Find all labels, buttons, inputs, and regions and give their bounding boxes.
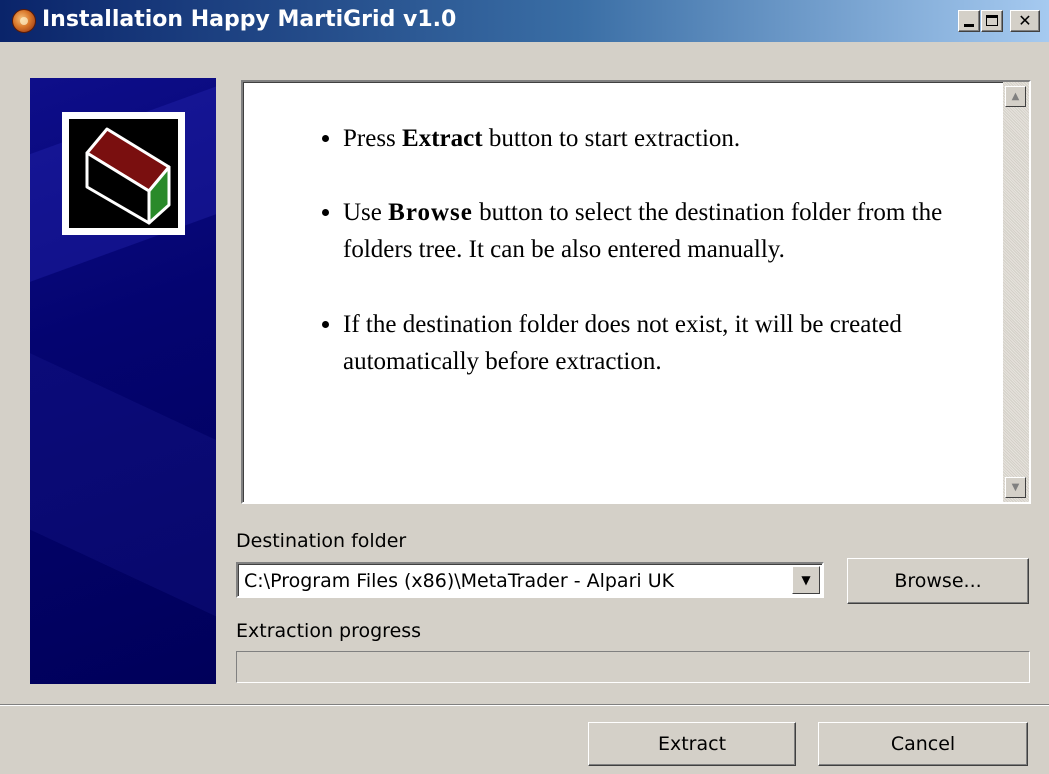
close-button[interactable]: ✕ (1010, 10, 1040, 32)
scroll-down-button[interactable]: ▼ (1005, 477, 1026, 498)
destination-folder-combobox[interactable]: C:\Program Files (x86)\MetaTrader - Alpa… (236, 562, 824, 598)
banner-decoration (30, 347, 216, 629)
minimize-button[interactable] (958, 10, 980, 32)
destination-folder-label: Destination folder (236, 530, 407, 552)
instruction-item: Press Extract button to start extraction… (343, 120, 993, 157)
browse-button[interactable]: Browse... (847, 558, 1029, 604)
instruction-item: Use Browse button to select the destinat… (343, 194, 993, 268)
scroll-up-button[interactable]: ▲ (1005, 86, 1026, 107)
dropdown-button[interactable]: ▼ (792, 566, 820, 594)
app-icon[interactable] (12, 9, 36, 33)
maximize-button[interactable] (981, 10, 1003, 32)
extraction-progress-bar (236, 651, 1030, 683)
title-bar[interactable]: Installation Happy MartiGrid v1.0 ✕ (0, 0, 1049, 42)
minimize-icon (964, 24, 974, 27)
extraction-progress-label: Extraction progress (236, 620, 422, 642)
installer-logo (62, 112, 185, 235)
cancel-button[interactable]: Cancel (818, 722, 1028, 766)
vertical-scrollbar[interactable]: ▲ ▼ (1003, 82, 1029, 502)
destination-folder-value[interactable]: C:\Program Files (x86)\MetaTrader - Alpa… (244, 569, 674, 593)
chevron-down-icon: ▼ (801, 573, 811, 587)
extract-button[interactable]: Extract (588, 722, 796, 766)
instructions-panel[interactable]: Press Extract button to start extraction… (241, 80, 1031, 504)
package-box-icon (85, 127, 171, 225)
close-icon: ✕ (1018, 11, 1032, 30)
instruction-item: If the destination folder does not exist… (343, 306, 993, 380)
window-title: Installation Happy MartiGrid v1.0 (42, 7, 457, 32)
maximize-icon (986, 15, 998, 26)
separator-line (0, 704, 1049, 706)
